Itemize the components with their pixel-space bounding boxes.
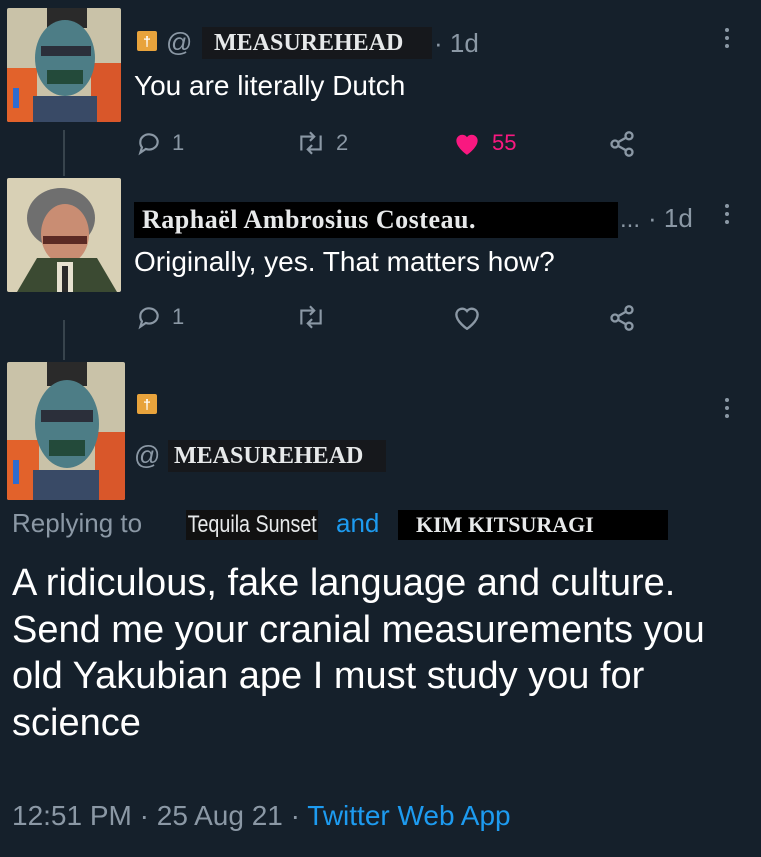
handle-measurehead[interactable]: MEASUREHEAD	[168, 440, 386, 472]
share-icon	[610, 305, 634, 331]
share-button[interactable]	[608, 130, 636, 158]
like-button[interactable]	[452, 304, 482, 330]
retweet-icon	[300, 131, 322, 155]
at-sign: @	[134, 440, 161, 470]
tweet-time[interactable]: · 1d	[648, 203, 693, 234]
separator: ·	[290, 800, 300, 831]
heart-icon	[455, 307, 479, 330]
avatar-image	[7, 362, 125, 500]
thread-line	[63, 130, 65, 176]
retweet-count: 2	[336, 130, 349, 155]
reply-button[interactable]: 1	[136, 304, 184, 330]
retweet-icon	[300, 305, 322, 329]
and-label: and	[336, 508, 380, 538]
reply-user-kim-kitsuragi[interactable]: KIM KITSURAGI	[398, 510, 668, 540]
tweet-meta: 12:51 PM · 25 Aug 21 · Twitter Web App	[12, 800, 511, 832]
tweet-time[interactable]: 12:51 PM	[12, 800, 132, 831]
reply-count: 1	[172, 130, 185, 155]
reply-button[interactable]: 1	[136, 130, 184, 156]
like-button[interactable]: 55	[452, 130, 516, 156]
cross-badge: †	[137, 31, 157, 51]
name-ellipsis: ...	[620, 206, 641, 233]
tweet-date[interactable]: 25 Aug 21	[157, 800, 283, 831]
reply-user-tequila-sunset[interactable]: Tequila Sunset	[186, 510, 319, 540]
reply-icon	[138, 307, 159, 330]
author-name[interactable]: Raphaël Ambrosius Costeau.	[134, 202, 618, 238]
avatar-image	[7, 178, 121, 292]
retweet-button[interactable]	[296, 304, 326, 330]
like-count: 55	[492, 130, 517, 155]
thread-line	[63, 320, 65, 360]
cross-badge: †	[137, 394, 157, 414]
more-icon[interactable]	[724, 398, 730, 422]
heart-icon	[456, 134, 478, 155]
avatar-raphael[interactable]	[7, 178, 121, 292]
avatar-image	[7, 8, 121, 122]
tweet-source[interactable]: Twitter Web App	[307, 800, 510, 831]
reply-count: 1	[172, 304, 185, 329]
at-sign: @	[166, 27, 193, 57]
more-icon[interactable]	[724, 204, 730, 228]
replying-to: Replying to	[12, 508, 142, 539]
handle-measurehead[interactable]: MEASUREHEAD	[202, 27, 432, 59]
share-button[interactable]	[608, 304, 636, 332]
tweet-text: Originally, yes. That matters how?	[134, 246, 555, 277]
avatar-measurehead[interactable]	[7, 362, 125, 500]
tweet-time[interactable]: · 1d	[434, 28, 479, 59]
share-icon	[610, 131, 634, 157]
main-tweet-text: A ridiculous, fake language and culture.…	[12, 562, 705, 744]
retweet-button[interactable]: 2	[296, 130, 348, 156]
tweet-text: You are literally Dutch	[134, 70, 406, 101]
avatar-measurehead[interactable]	[7, 8, 121, 122]
replying-to-label: Replying to	[12, 508, 143, 538]
more-icon[interactable]	[724, 28, 730, 52]
separator: ·	[139, 800, 149, 831]
reply-icon	[138, 133, 159, 156]
